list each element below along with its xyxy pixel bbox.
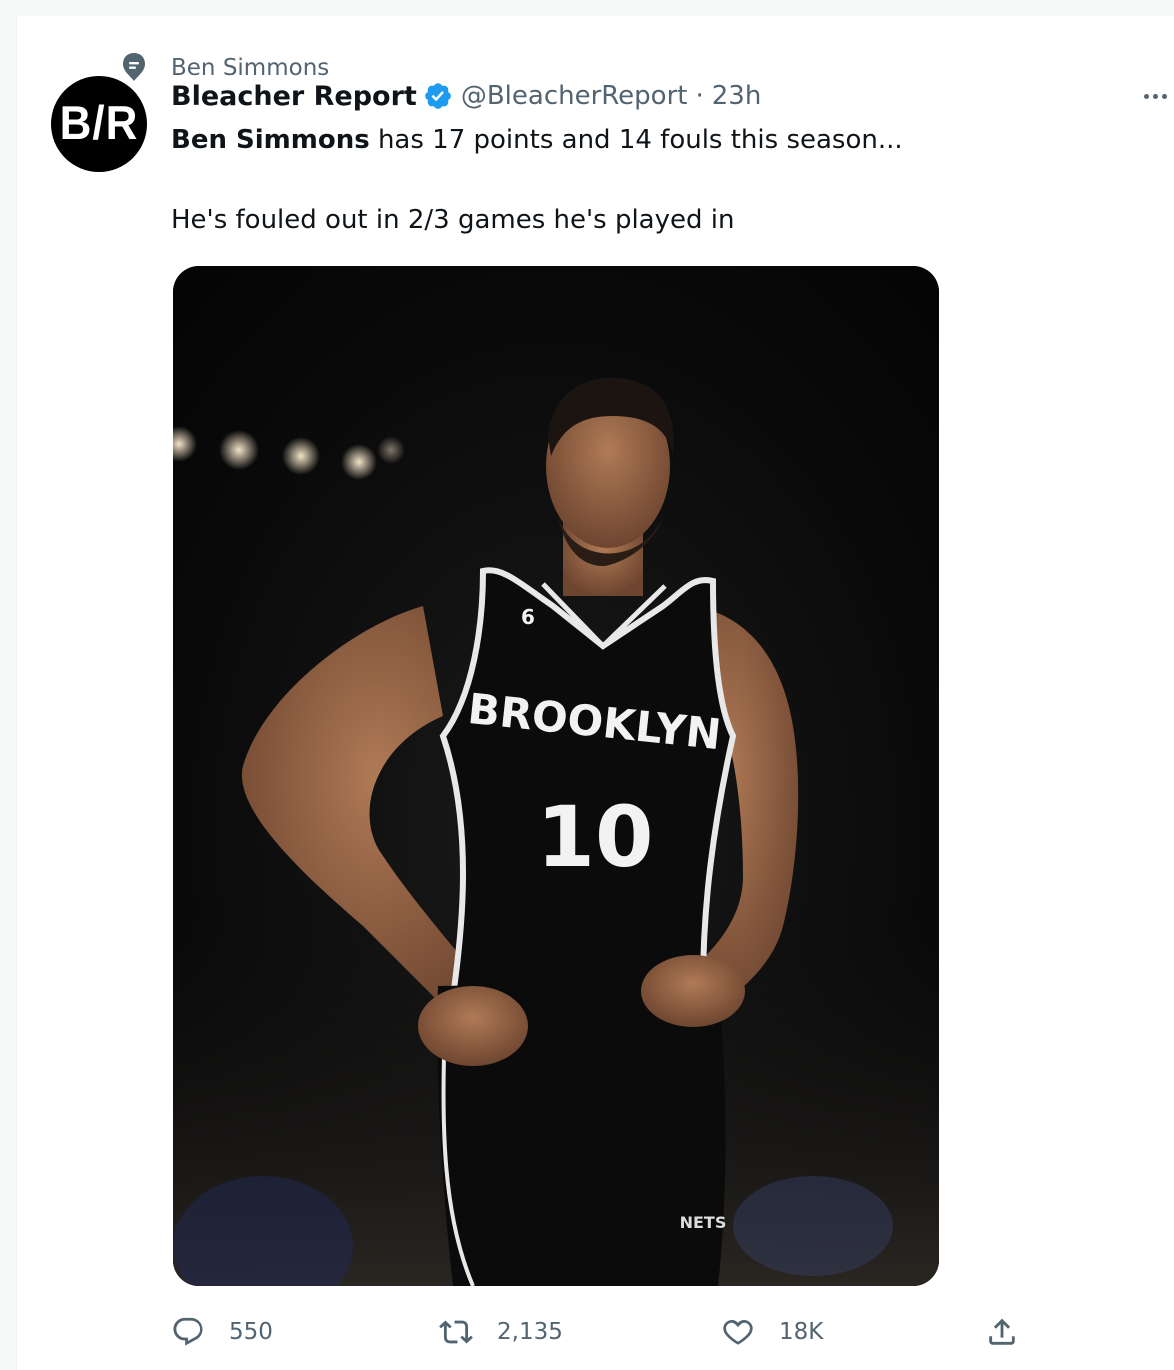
like-count: 18K	[779, 1319, 824, 1345]
header-separator: ·	[695, 81, 704, 111]
basketball-player-photo: BROOKLYN 10 6 NETS	[173, 266, 939, 1286]
jersey-patch-text: 6	[521, 605, 535, 629]
jersey-number-text: 10	[537, 788, 654, 886]
mention-link[interactable]: Ben Simmons	[171, 125, 370, 155]
reply-count: 550	[229, 1319, 273, 1345]
tweet-actions: 550 2,135 18K	[171, 1314, 1031, 1350]
reply-icon	[173, 1317, 203, 1346]
retweet-count: 2,135	[497, 1319, 563, 1345]
retweet-icon	[439, 1320, 473, 1344]
pinned-topic-icon	[123, 53, 145, 81]
author-name[interactable]: Bleacher Report	[171, 81, 417, 112]
share-button[interactable]	[985, 1314, 1019, 1350]
tweet-header: Bleacher Report @BleacherReport · 23h	[171, 76, 761, 116]
retweet-button[interactable]: 2,135	[439, 1314, 563, 1350]
verified-badge-icon	[425, 83, 451, 109]
tweet-photo[interactable]: BROOKLYN 10 6 NETS	[173, 266, 939, 1286]
tweet-text: Ben Simmons has 17 points and 14 fouls t…	[171, 122, 903, 238]
avatar-logo-text: B/R	[59, 97, 139, 150]
share-icon	[989, 1318, 1015, 1345]
heart-icon	[723, 1319, 753, 1345]
tweet-timestamp[interactable]: 23h	[712, 81, 762, 111]
tweet-text-line-1-rest: has 17 points and 14 fouls this season..…	[369, 125, 903, 155]
like-button[interactable]: 18K	[721, 1314, 823, 1350]
shorts-logo-text: NETS	[680, 1213, 727, 1232]
avatar[interactable]: B/R	[51, 76, 147, 172]
author-handle[interactable]: @BleacherReport	[461, 81, 688, 111]
more-options-icon[interactable]	[1138, 86, 1172, 106]
tweet-text-line-1: Ben Simmons has 17 points and 14 fouls t…	[171, 122, 903, 158]
reply-button[interactable]: 550	[171, 1314, 273, 1350]
tweet-text-line-2: He's fouled out in 2/3 games he's played…	[171, 205, 735, 235]
tweet-card[interactable]: Ben Simmons B/R Bleacher Report @Bleache…	[16, 16, 1174, 1370]
